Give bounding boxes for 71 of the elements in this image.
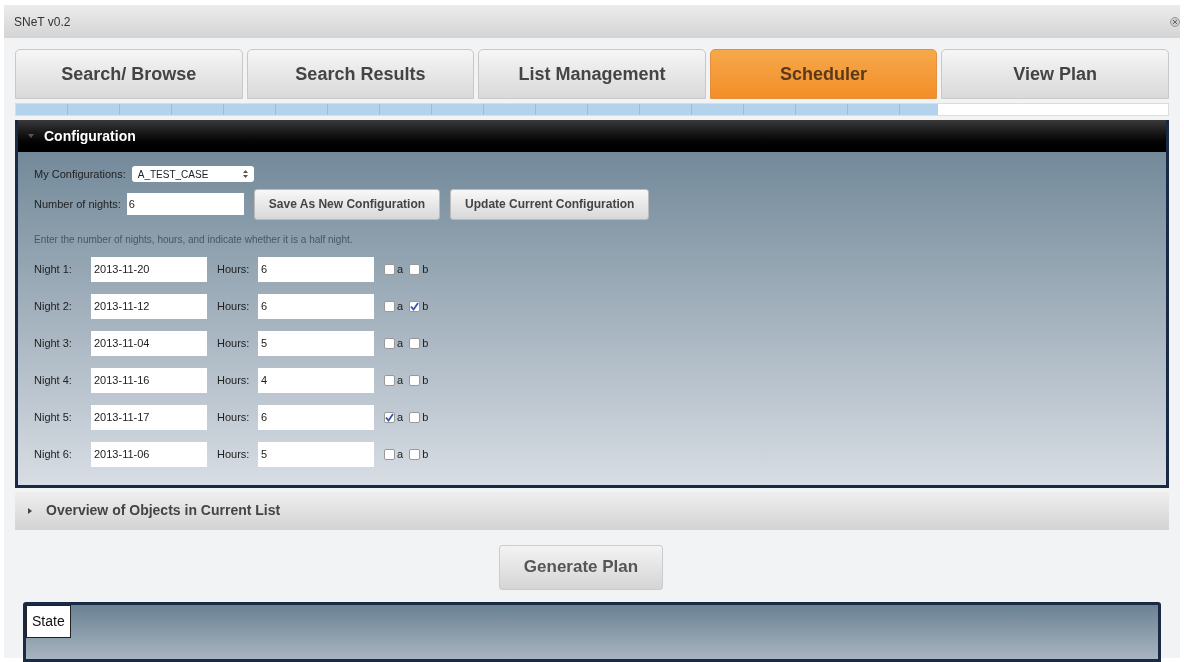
- checkbox-label: b: [422, 298, 429, 314]
- checkbox[interactable]: [409, 374, 421, 386]
- checkbox-label: b: [422, 335, 429, 351]
- hours-label: Hours:: [217, 372, 251, 388]
- date-field[interactable]: 2013-11-16: [91, 367, 207, 393]
- nights-field[interactable]: 6: [126, 193, 244, 215]
- checkbox[interactable]: [409, 337, 421, 349]
- tab[interactable]: View Plan: [941, 49, 1169, 99]
- checkbox-label: a: [397, 409, 404, 425]
- checkbox-label: b: [422, 409, 429, 425]
- date-field[interactable]: 2013-11-20: [91, 256, 207, 282]
- field-label: My Configurations:: [34, 167, 126, 182]
- select-arrows-icon: [242, 170, 248, 179]
- night-label: Night 5:: [34, 409, 73, 425]
- night-label: Night 1:: [34, 261, 73, 277]
- date-field[interactable]: 2013-11-17: [91, 404, 207, 430]
- night-label: Night 4:: [34, 372, 73, 388]
- checkbox[interactable]: [409, 300, 421, 312]
- checkmark-icon: [385, 412, 394, 422]
- configuration-button[interactable]: Update Current Configuration: [450, 188, 650, 220]
- checkmark-icon: [410, 301, 420, 311]
- hours-label: Hours:: [217, 261, 251, 277]
- tab[interactable]: Search Results: [246, 49, 475, 99]
- checkbox[interactable]: [384, 300, 395, 312]
- night-label: Night 2:: [34, 298, 73, 314]
- collapse-icon: [28, 133, 34, 139]
- configuration-button[interactable]: Save As New Configuration: [253, 188, 441, 220]
- checkbox-label: a: [397, 335, 404, 351]
- hours-field[interactable]: 6: [258, 256, 374, 282]
- checkbox[interactable]: [384, 411, 395, 423]
- checkbox[interactable]: [409, 263, 421, 275]
- hours-field[interactable]: 4: [258, 367, 374, 393]
- checkbox-label: a: [397, 298, 404, 314]
- hours-field[interactable]: 6: [258, 293, 374, 319]
- hours-field[interactable]: 5: [258, 330, 374, 356]
- generate-plan-button[interactable]: Generate Plan: [499, 544, 663, 590]
- overview-header[interactable]: Overview of Objects in Current List: [15, 491, 1169, 530]
- checkbox[interactable]: [384, 337, 395, 349]
- panel-title: State: [26, 604, 71, 638]
- hours-label: Hours:: [217, 335, 251, 351]
- window-title: SNeT v0.2: [14, 13, 71, 31]
- checkbox[interactable]: [384, 448, 395, 460]
- expand-icon: [27, 507, 32, 514]
- panel-header[interactable]: Configuration: [18, 120, 1166, 152]
- hours-label: Hours:: [217, 409, 251, 425]
- hours-label: Hours:: [217, 298, 251, 314]
- date-field[interactable]: 2013-11-12: [91, 293, 207, 319]
- checkbox[interactable]: [384, 374, 395, 386]
- night-label: Night 6:: [34, 446, 73, 462]
- checkbox-label: a: [397, 261, 404, 277]
- checkbox-label: b: [422, 372, 429, 388]
- tab[interactable]: List Management: [478, 49, 706, 99]
- checkbox-label: b: [422, 261, 429, 277]
- checkbox[interactable]: [409, 411, 421, 423]
- checkbox-label: b: [422, 446, 429, 462]
- tab[interactable]: Scheduler: [709, 49, 938, 99]
- tab[interactable]: Search/ Browse: [15, 49, 243, 99]
- checkbox[interactable]: [384, 263, 395, 275]
- close-icon[interactable]: [1170, 16, 1180, 27]
- field-label: Number of nights:: [34, 196, 121, 212]
- configuration-select[interactable]: A_TEST_CASE: [131, 166, 254, 183]
- hours-field[interactable]: 5: [258, 441, 374, 467]
- hint-text: Enter the number of nights, hours, and indicate whether it is a half night.: [34, 232, 354, 247]
- hours-field[interactable]: 6: [258, 404, 374, 430]
- date-field[interactable]: 2013-11-06: [91, 441, 207, 467]
- checkbox[interactable]: [409, 448, 421, 460]
- night-label: Night 3:: [34, 335, 73, 351]
- hours-label: Hours:: [217, 446, 251, 462]
- checkbox-label: a: [397, 446, 404, 462]
- checkbox-label: a: [397, 372, 404, 388]
- date-field[interactable]: 2013-11-04: [91, 330, 207, 356]
